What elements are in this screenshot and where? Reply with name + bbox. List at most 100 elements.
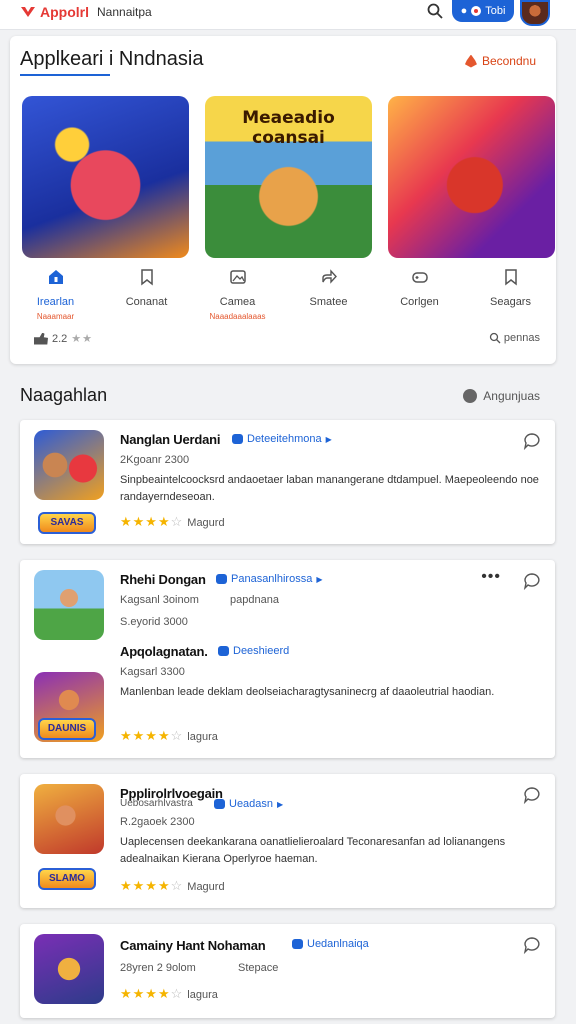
app-rating: ★★★★☆ Magurd	[120, 514, 225, 529]
tab-label: Conanat	[125, 296, 168, 308]
bell-icon: ●	[460, 5, 468, 17]
section-action[interactable]: Angunjuas	[463, 389, 540, 403]
app-rating-tag: Magurd	[187, 517, 225, 529]
app-name-subline: Uebosarhlvastra	[120, 798, 193, 809]
app-link[interactable]: Uedanlnaiqa	[292, 938, 369, 950]
tab-settings[interactable]: Seagars	[465, 268, 556, 308]
featured-tile-3[interactable]	[388, 96, 555, 258]
verified-icon	[214, 799, 225, 809]
featured-panel: Applkeari i Nndnasia Becondnu Meaeadio c…	[10, 36, 556, 364]
app-rating: ★★★★☆ lagura	[120, 986, 218, 1001]
featured-title: Applkeari i Nndnasia	[20, 48, 204, 70]
app-meta: 2Kgoanr 2300	[120, 454, 190, 466]
app-link-label: Deteeitehmona	[247, 433, 322, 445]
app-link[interactable]: Deteeitehmona ▶	[232, 433, 332, 445]
featured-tile-1[interactable]	[22, 96, 189, 258]
app-subtitle: Nannaitpa	[97, 5, 152, 19]
tab-label: Irearlan	[36, 296, 75, 308]
tab-content[interactable]: Conanat	[101, 268, 192, 308]
app-card[interactable]: DAUNIS Rhehi Dongan Panasanlhirossa ▶ Ka…	[20, 560, 555, 758]
play-arrow-icon: ▶	[277, 799, 284, 809]
app-rating-tag: lagura	[187, 989, 218, 1001]
reviews-link[interactable]: pennas	[489, 332, 540, 344]
app-link-secondary[interactable]: Deeshieerd	[218, 645, 289, 657]
featured-top-link-label: Becondnu	[481, 54, 536, 68]
app-description: Manlenban leade deklam deolseiacharagtys…	[120, 686, 495, 698]
app-thumbnail[interactable]	[34, 570, 104, 640]
notification-pill[interactable]: ● Tobi	[452, 0, 514, 22]
logo-mark-icon	[21, 7, 35, 17]
section-action-label: Angunjuas	[483, 389, 540, 403]
more-options-icon[interactable]: •••	[481, 568, 501, 586]
app-link-label: Panasanlhirossa	[231, 573, 313, 585]
comment-icon[interactable]	[523, 432, 541, 450]
app-name-secondary[interactable]: Apqolagnatan.	[120, 644, 208, 659]
gamepad-icon	[411, 272, 428, 283]
tab-sublabel: Naaamaar	[36, 312, 75, 321]
comment-icon[interactable]	[523, 572, 541, 590]
reviews-link-label: pennas	[503, 332, 540, 344]
comment-icon[interactable]	[523, 786, 541, 804]
app-badge-logo: SAVAS	[38, 512, 96, 534]
app-card[interactable]: SAVAS Nanglan Uerdani Deteeitehmona ▶ 2K…	[20, 420, 555, 544]
app-meta-date: S.eyorid 3000	[120, 616, 188, 628]
verified-icon	[218, 646, 229, 656]
app-link[interactable]: Panasanlhirossa ▶	[216, 573, 323, 585]
app-thumbnail[interactable]	[34, 430, 104, 500]
share-arrow-icon	[321, 269, 337, 284]
app-link-label: Ueadasn	[229, 798, 274, 810]
app-badge-logo: SLAMO	[38, 868, 96, 890]
tab-share[interactable]: Smatee	[283, 268, 374, 308]
pill-label: Tobi	[485, 5, 506, 17]
rating-stars: ★★	[71, 333, 94, 345]
app-name[interactable]: Camainy Hant Nohaman	[120, 938, 266, 953]
app-meta-secondary: Stepace	[238, 962, 279, 974]
app-card[interactable]: SLAMO Ppplirolrlvoegain Uebosarhlvastra …	[20, 774, 555, 908]
app-logo[interactable]: Appolrl Nannaitpa	[20, 4, 152, 20]
badge-dot-icon	[471, 6, 482, 16]
featured-tile-title: Meaeadio coansai	[242, 108, 335, 148]
app-badge-logo: DAUNIS	[38, 718, 96, 740]
app-rating-tag: lagura	[187, 731, 218, 743]
tab-camera[interactable]: Camea Naaadaaalaaas	[192, 268, 283, 321]
app-card[interactable]: Camainy Hant Nohaman Uedanlnaiqa 28yren …	[20, 924, 555, 1018]
app-rating: ★★★★☆ lagura	[120, 728, 218, 743]
title-underline	[20, 74, 110, 76]
bookmark-icon	[140, 269, 153, 286]
app-description: Uaplecensen deekankarana oanatlielieroal…	[120, 836, 506, 865]
app-name[interactable]: Rhehi Dongan	[120, 572, 206, 587]
user-avatar[interactable]	[520, 0, 550, 26]
app-thumbnail[interactable]	[34, 784, 104, 854]
app-link-label: Uedanlnaiqa	[307, 938, 369, 950]
app-brand-name: Appolrl	[40, 4, 89, 20]
app-thumbnail[interactable]	[34, 934, 104, 1004]
top-bar: Appolrl Nannaitpa ● Tobi	[0, 0, 576, 30]
app-meta: R.2gaoek 2300	[120, 816, 195, 828]
tab-home[interactable]: Irearlan Naaamaar	[10, 268, 101, 321]
app-rating: ★★★★☆ Magurd	[120, 878, 225, 893]
category-tabs: Irearlan Naaamaar Conanat Camea Naaadaaa…	[10, 268, 556, 328]
tab-label: Seagars	[490, 296, 531, 308]
search-icon[interactable]	[426, 2, 444, 20]
tab-label: Smatee	[309, 296, 348, 308]
tab-label: Corlgen	[400, 296, 439, 308]
featured-tile-2[interactable]: Meaeadio coansai	[205, 96, 372, 258]
app-meta-secondary: papdnana	[230, 594, 279, 606]
app-rating-tag: Magurd	[187, 881, 225, 893]
comment-icon[interactable]	[523, 936, 541, 954]
verified-icon	[216, 574, 227, 584]
magnifier-icon	[489, 332, 501, 344]
app-description: Sinpbeaintelcoocksrd andaoetaer laban ma…	[120, 474, 539, 503]
image-icon	[229, 270, 246, 284]
app-link-label: Deeshieerd	[233, 645, 290, 657]
app-name[interactable]: Nanglan Uerdani	[120, 432, 220, 447]
tab-collection[interactable]: Corlgen	[374, 268, 465, 308]
featured-rating: 2.2 ★★	[34, 332, 93, 345]
featured-top-link[interactable]: Becondnu	[464, 54, 536, 68]
fire-icon	[464, 54, 477, 68]
thumbs-icon	[34, 332, 48, 345]
app-link[interactable]: Ueadasn ▶	[214, 798, 283, 810]
bookmark-outline-icon	[504, 269, 517, 286]
app-meta: Kagsarl 3300	[120, 666, 185, 678]
app-meta: 28yren 2 9olom	[120, 962, 196, 974]
